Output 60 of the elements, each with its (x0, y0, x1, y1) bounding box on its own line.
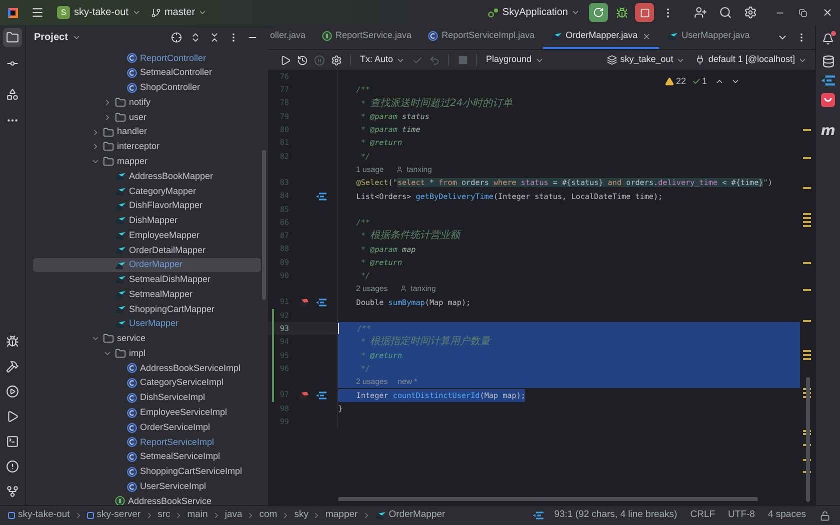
editor-tab[interactable]: ReportService.java (314, 25, 420, 49)
tree-item[interactable]: ShopController (33, 80, 261, 96)
tree-item[interactable]: interceptor (33, 140, 261, 154)
editor-tab[interactable]: UserMapper.java (658, 25, 758, 49)
tree-item[interactable]: EmployeeServiceImpl (33, 405, 261, 420)
breadcrumb[interactable]: sky-take-out (8, 508, 70, 523)
tree-item[interactable]: mapper (33, 154, 261, 170)
tree-item[interactable]: SetmealMapper (33, 287, 261, 302)
breadcrumb[interactable]: sky (294, 508, 308, 523)
tree-item[interactable]: ShoppingCartServiceImpl (33, 464, 261, 480)
editor-tab[interactable]: oller.java (268, 25, 314, 49)
project-badge: S (57, 6, 70, 19)
schema-selector[interactable]: sky_take_out (607, 53, 686, 67)
tree-item[interactable]: SetmealDishMapper (33, 272, 261, 288)
tree-item[interactable]: CategoryServiceImpl (33, 376, 261, 391)
breadcrumb[interactable]: com (259, 508, 278, 523)
tree-item[interactable]: SetmealServiceImpl (33, 450, 261, 464)
breadcrumb[interactable]: src (158, 508, 170, 523)
repo-dropdown[interactable]: S sky-take-out (54, 3, 144, 22)
cursor-position[interactable]: 93:1 (92 chars, 4 line breaks) (554, 508, 678, 523)
tree-item[interactable]: EmployeeMapper (33, 228, 261, 243)
tree-item[interactable]: DishServiceImpl (33, 390, 261, 406)
checks-indicator[interactable]: 1 (692, 75, 707, 88)
panel-title: Project (34, 31, 68, 45)
line-ending[interactable]: CRLF (690, 508, 716, 523)
warnings-indicator[interactable]: 22 (664, 75, 686, 88)
tree-item[interactable]: SetmealController (33, 66, 261, 81)
project-view-selector[interactable]: Project (34, 30, 81, 45)
tree-item[interactable]: OrderDetailMapper (33, 242, 261, 258)
tree-item[interactable]: ReportController (33, 51, 261, 66)
tree-item[interactable]: service (33, 332, 261, 346)
branch-selector[interactable]: master (148, 3, 210, 22)
breadcrumb[interactable]: main (187, 508, 208, 523)
run-config-selector[interactable]: SkyApplication (485, 3, 583, 22)
encoding[interactable]: UTF-8 (728, 508, 755, 523)
breadcrumb[interactable]: OrderMapper (374, 508, 446, 523)
indent-setting[interactable]: 4 spaces (768, 508, 806, 523)
editor-tab[interactable]: ReportServiceImpl.java (420, 25, 543, 49)
dropdown-button[interactable]: Playground (482, 53, 548, 67)
tree-item[interactable]: ShoppingCartMapper (33, 302, 261, 317)
tree-item[interactable]: AddressBookMapper (33, 169, 261, 184)
tree-item[interactable]: notify (33, 95, 261, 110)
tree-item[interactable]: UserServiceImpl (33, 479, 261, 494)
tree-item[interactable]: UserMapper (33, 316, 261, 332)
tree-item[interactable]: DishFlavorMapper (33, 198, 261, 214)
tree-item[interactable]: DishMapper (33, 213, 261, 228)
tree-item[interactable]: OrderServiceImpl (33, 420, 261, 435)
datasource-selector[interactable]: default 1 [@localhost] (695, 53, 807, 67)
breadcrumb[interactable]: java (224, 508, 242, 523)
tree-item[interactable]: user (33, 110, 261, 125)
breadcrumb[interactable]: sky-server (86, 508, 141, 523)
tree-item[interactable]: CategoryMapper (33, 184, 261, 199)
tree-item[interactable]: handler (33, 124, 261, 140)
breadcrumb[interactable]: mapper (325, 508, 358, 523)
plugin-icon[interactable]: m (820, 121, 836, 142)
dropdown-button[interactable]: Tx: Auto (356, 53, 410, 67)
tree-item[interactable]: impl (33, 346, 261, 362)
tree-item[interactable]: AddressBookService (33, 494, 261, 505)
tree-item[interactable]: ReportServiceImpl (33, 434, 261, 450)
tree-item[interactable]: AddressBookServiceImpl (33, 361, 261, 376)
